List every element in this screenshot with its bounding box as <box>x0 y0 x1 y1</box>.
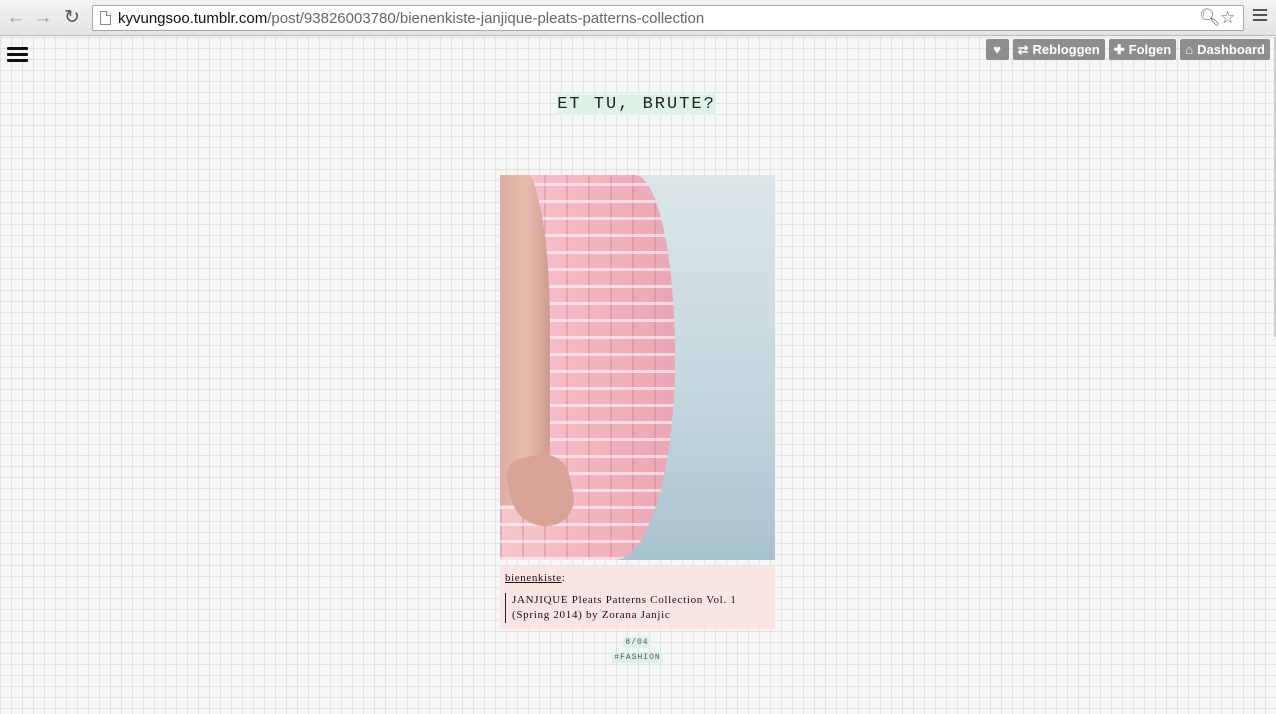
like-button[interactable]: ♥ <box>985 39 1009 60</box>
tumblr-controls: ♥ ⇄ Rebloggen ✚ Folgen ⌂ Dashboard <box>985 39 1270 60</box>
home-icon: ⌂ <box>1185 42 1194 57</box>
back-button[interactable]: ← <box>5 7 27 29</box>
forward-button[interactable]: → <box>32 7 54 29</box>
dashboard-label: Dashboard <box>1197 42 1265 57</box>
magnifier-icon[interactable]: 🔍︎ <box>1199 8 1221 28</box>
blog-title[interactable]: ET TU, BRUTE? <box>557 94 716 115</box>
address-bar[interactable]: kyvungsoo.tumblr.com/post/93826003780/bi… <box>92 5 1244 31</box>
follow-button[interactable]: ✚ Folgen <box>1108 39 1177 60</box>
url-host: kyvungsoo.tumblr.com <box>118 10 268 27</box>
blog-menu-button[interactable] <box>7 47 28 63</box>
reload-icon: ↻ <box>64 7 80 28</box>
url-text[interactable]: kyvungsoo.tumblr.com/post/93826003780/bi… <box>118 10 704 27</box>
url-path: /post/93826003780/bienenkiste-janjique-p… <box>267 10 705 27</box>
post-tag[interactable]: #FASHION <box>612 652 663 663</box>
post-photo[interactable] <box>500 175 775 560</box>
reblog-icon: ⇄ <box>1017 42 1029 57</box>
arrow-right-icon: → <box>33 7 53 28</box>
reblog-button[interactable]: ⇄ Rebloggen <box>1012 39 1105 60</box>
arrow-left-icon: ← <box>6 7 26 28</box>
browser-menu-button[interactable] <box>1253 9 1267 23</box>
post-date[interactable]: 8/04 <box>623 637 651 648</box>
page-icon <box>100 11 111 25</box>
heart-icon: ♥ <box>993 42 1001 57</box>
post-caption: bienenkiste: JANJIQUE Pleats Patterns Co… <box>500 566 775 629</box>
follow-label: Folgen <box>1128 42 1172 57</box>
page-viewport: ♥ ⇄ Rebloggen ✚ Folgen ⌂ Dashboard ET TU… <box>0 37 1276 714</box>
reload-button[interactable]: ↻ <box>61 7 83 29</box>
dashboard-button[interactable]: ⌂ Dashboard <box>1180 39 1270 60</box>
reblog-label: Rebloggen <box>1032 42 1100 57</box>
browser-toolbar: ← → ↻ kyvungsoo.tumblr.com/post/93826003… <box>0 0 1276 36</box>
hamburger-icon <box>7 47 28 50</box>
source-blog-link[interactable]: bienenkiste <box>505 572 562 584</box>
star-icon[interactable]: ☆ <box>1220 8 1235 28</box>
plus-icon: ✚ <box>1113 42 1125 57</box>
caption-quote: JANJIQUE Pleats Patterns Collection Vol.… <box>505 593 767 623</box>
